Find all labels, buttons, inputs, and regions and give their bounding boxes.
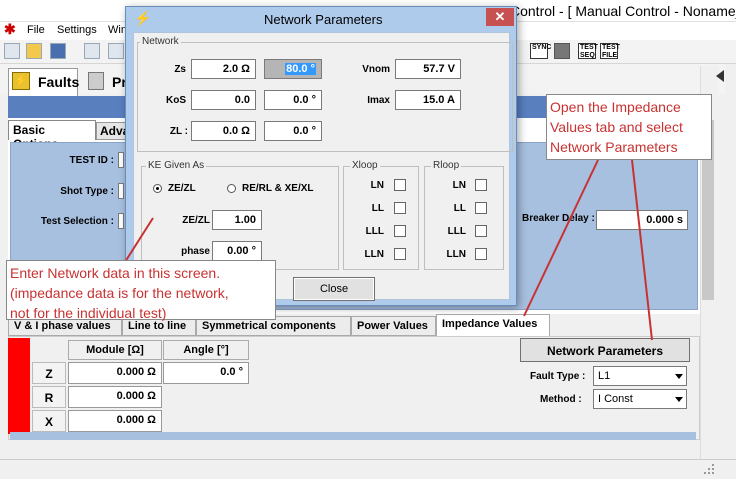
right-callout-line: Values tab and select	[550, 119, 683, 135]
left-callout-line: (impedance data is for the network,	[10, 285, 229, 301]
left-callout-line: not for the individual test)	[10, 305, 167, 321]
callout-arrows	[124, 159, 653, 341]
right-callout-arrow-to-tab	[523, 159, 599, 317]
left-callout-arrow	[124, 217, 154, 263]
right-callout-line: Open the Impedance	[550, 99, 681, 115]
left-callout: Enter Network data in this screen. (impe…	[6, 260, 276, 321]
left-callout-line: Enter Network data in this screen.	[10, 265, 221, 281]
right-callout: Open the Impedance Values tab and select…	[546, 94, 712, 160]
right-callout-arrow-to-button	[631, 159, 653, 341]
right-callout-line: Network Parameters	[550, 139, 678, 155]
